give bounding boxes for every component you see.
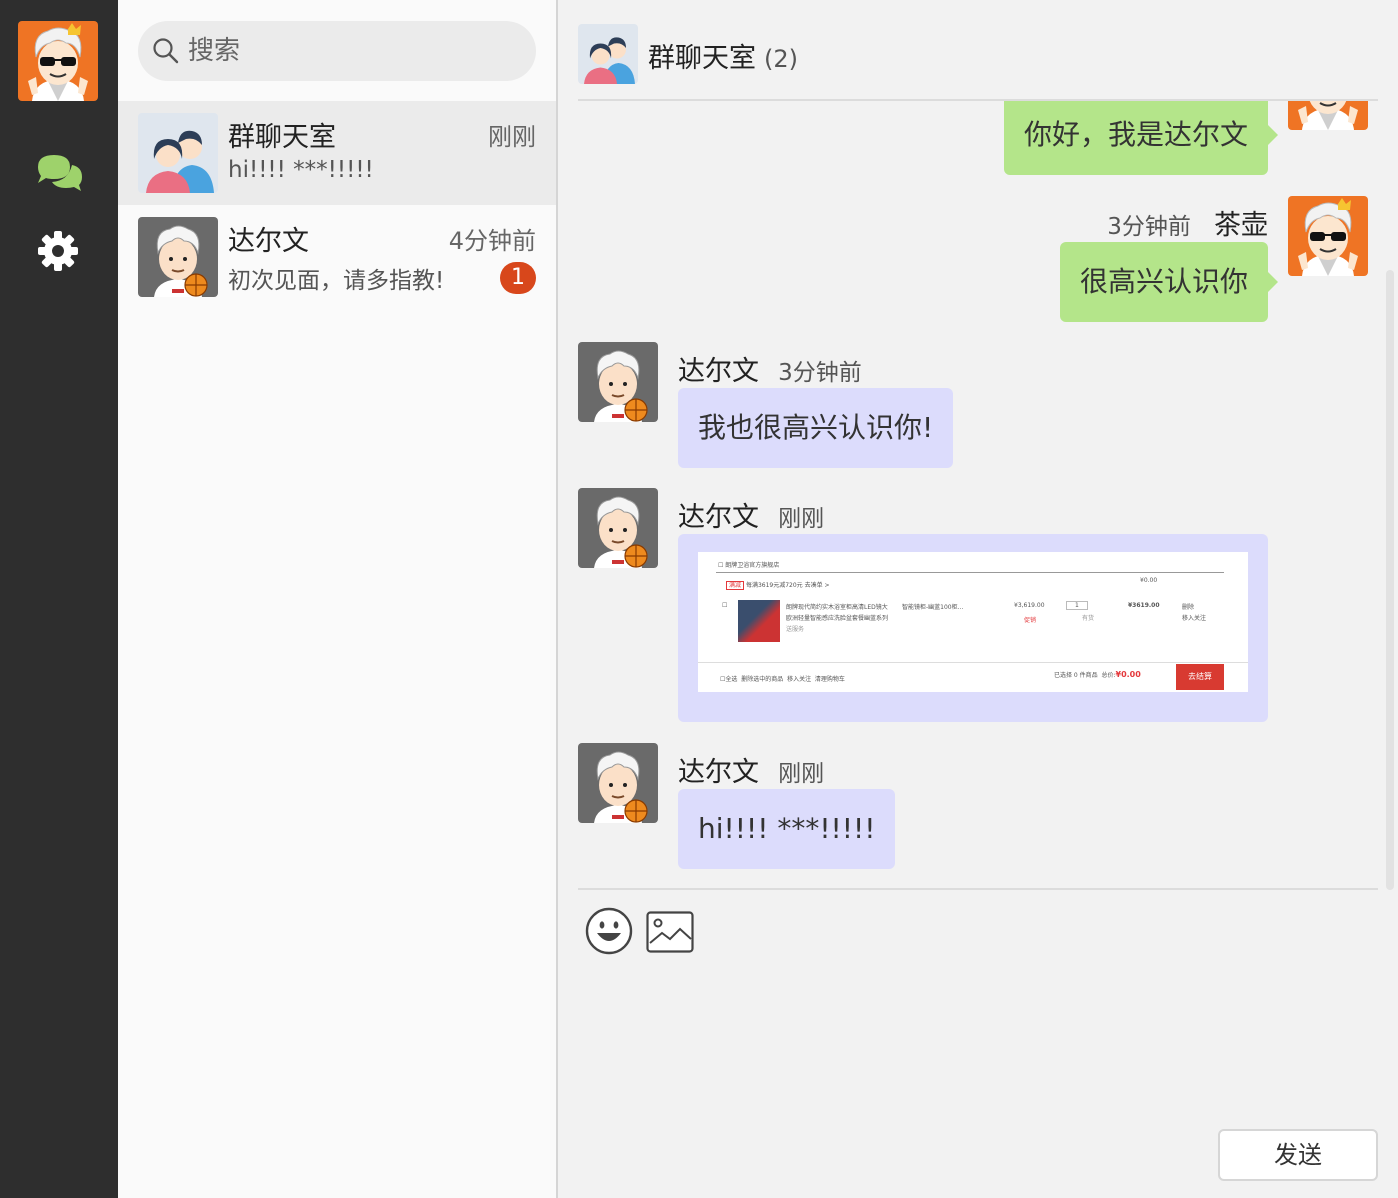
group-avatar-icon: [138, 113, 218, 193]
shot-footer-right: 已选择 0 件商品 总价:¥0.00: [1054, 670, 1141, 679]
my-avatar: [1288, 101, 1368, 130]
message-scrollbar[interactable]: [1386, 270, 1394, 890]
shot-subtotal: ¥3619.00: [1128, 602, 1160, 609]
search-icon: [153, 38, 179, 64]
shot-shop-row: ☐ 朗牌卫浴官方旗舰店: [718, 562, 780, 569]
shot-footer-divider: [698, 662, 1248, 663]
shot-unit-price: ¥3,619.00: [1014, 602, 1045, 609]
message-bubble: 我也很高兴认识你!: [678, 388, 954, 468]
message-bubble: hi!!!! ***!!!!!: [678, 789, 896, 869]
shot-footer-delete: 删除选中的商品: [741, 676, 784, 683]
session-last-message: 初次见面，请多指教!: [228, 268, 445, 294]
message-meta: 达尔文 刚刚: [678, 750, 824, 789]
darwin-avatar-icon: [138, 217, 218, 297]
shot-footer-selected: 已选择 0 件商品: [1054, 672, 1098, 679]
shopping-cart-screenshot: ☐ 朗牌卫浴官方旗舰店 满减 每满3619元减720元 去凑单 > ¥0.00 …: [698, 552, 1248, 692]
darwin-avatar: [578, 743, 658, 823]
message-sender: 达尔文: [678, 356, 759, 387]
shot-item-checkbox: ☐: [722, 602, 728, 609]
session-item-darwin[interactable]: 达尔文 4分钟前 初次见面，请多指教! 1: [118, 205, 556, 309]
message-bubble: 你好，我是达尔文: [1004, 101, 1279, 175]
shot-footer-follow: 移入关注: [787, 676, 812, 683]
shot-promo-text: 每满3619元减720元 去凑单 >: [745, 582, 830, 589]
message-time: 3分钟前: [778, 360, 862, 386]
darwin-avatar: [578, 342, 658, 422]
image-message-bubble[interactable]: ☐ 朗牌卫浴官方旗舰店 满减 每满3619元减720元 去凑单 > ¥0.00 …: [678, 534, 1268, 722]
message-bubble: 很高兴认识你: [1060, 242, 1279, 322]
chat-title: 群聊天室 (2): [648, 36, 798, 75]
shot-delete: 删除: [1182, 604, 1195, 611]
session-name: 达尔文: [228, 226, 309, 257]
message-sender: 达尔文: [678, 757, 759, 788]
shot-stock: 有货: [1082, 615, 1095, 622]
user-avatar-sunglasses-icon[interactable]: [18, 21, 98, 101]
message-time: 刚刚: [778, 506, 825, 532]
shot-qty: 1: [1066, 601, 1088, 610]
session-time: 4分钟前: [448, 227, 536, 255]
composer-divider: [578, 888, 1378, 890]
search-box[interactable]: [138, 21, 536, 81]
message-meta: 达尔文 3分钟前: [678, 349, 862, 388]
my-avatar: [1288, 196, 1368, 276]
shot-product-spec: 智能镜柜-幽蓝100柜...: [902, 604, 964, 611]
shot-footer-clear: 清理购物车: [814, 676, 845, 683]
session-name: 群聊天室: [228, 122, 336, 153]
shot-promo-row: 满减 每满3619元减720元 去凑单 >: [726, 580, 830, 590]
session-time: 刚刚: [488, 123, 536, 151]
search-input[interactable]: [188, 29, 518, 73]
chat-panel: 群聊天室 (2) 你好，我是达尔文 3分钟前 茶壶 很高兴认识你 达尔文 3分钟…: [558, 0, 1398, 1198]
session-item-group[interactable]: 群聊天室 刚刚 hi!!!! ***!!!!!: [118, 101, 556, 205]
session-list: 群聊天室 刚刚 hi!!!! ***!!!!! 达尔文 4分钟前 初次见面，请多…: [118, 0, 556, 1198]
message-time: 3分钟前: [1107, 214, 1191, 240]
shot-footer-total-label: 总价:: [1101, 672, 1116, 679]
shot-follow: 移入关注: [1182, 615, 1207, 622]
shot-shop: 朗牌卫浴官方旗舰店: [725, 562, 780, 569]
shot-product-title-2: 欧洲轻量智能感应洗脸盆套餐幽蓝系列: [786, 615, 889, 622]
message-time: 刚刚: [778, 761, 825, 787]
message-sender: 达尔文: [678, 502, 759, 533]
message-meta: 3分钟前 茶壶: [1107, 203, 1268, 242]
emoji-icon[interactable]: [585, 907, 633, 955]
shot-checkout-button: 去结算: [1176, 664, 1224, 690]
session-last-message: hi!!!! ***!!!!!: [228, 157, 374, 183]
shot-divider: [716, 572, 1224, 573]
shot-service: 送服务: [786, 626, 805, 633]
message-input[interactable]: [578, 968, 1378, 1118]
send-button[interactable]: 发送: [1218, 1129, 1378, 1181]
message-sender: 茶壶: [1214, 210, 1268, 241]
gear-icon[interactable]: [37, 230, 79, 272]
shot-promo-select: 促销: [1024, 617, 1037, 624]
message-meta: 达尔文 刚刚: [678, 495, 824, 534]
image-icon[interactable]: [646, 911, 694, 953]
chat-bubbles-icon[interactable]: [34, 151, 84, 195]
shot-footer-left: ☐全选 删除选中的商品 移入关注 清理购物车: [720, 676, 845, 683]
shot-promo-tag: 满减: [726, 581, 745, 590]
chat-app: 群聊天室 刚刚 hi!!!! ***!!!!! 达尔文 4分钟前 初次见面，请多…: [0, 0, 1398, 1198]
shot-product-image: [738, 600, 780, 642]
message-list: 你好，我是达尔文 3分钟前 茶壶 很高兴认识你 达尔文 3分钟前 我也很高兴认识…: [558, 101, 1398, 889]
nav-rail: [0, 0, 118, 1198]
unread-badge: 1: [500, 262, 536, 294]
group-avatar-icon: [578, 24, 638, 84]
shot-footer-total: ¥0.00: [1115, 670, 1141, 679]
member-count: (2): [764, 45, 798, 73]
chat-title-text: 群聊天室: [648, 43, 756, 74]
shot-footer-select-all: 全选: [725, 676, 738, 683]
shot-product-title-1: 朗牌现代简约实木浴室柜高清LED镜大: [786, 604, 888, 611]
darwin-avatar: [578, 488, 658, 568]
chat-header: 群聊天室 (2): [558, 0, 1398, 100]
shot-top-total: ¥0.00: [1140, 577, 1158, 584]
